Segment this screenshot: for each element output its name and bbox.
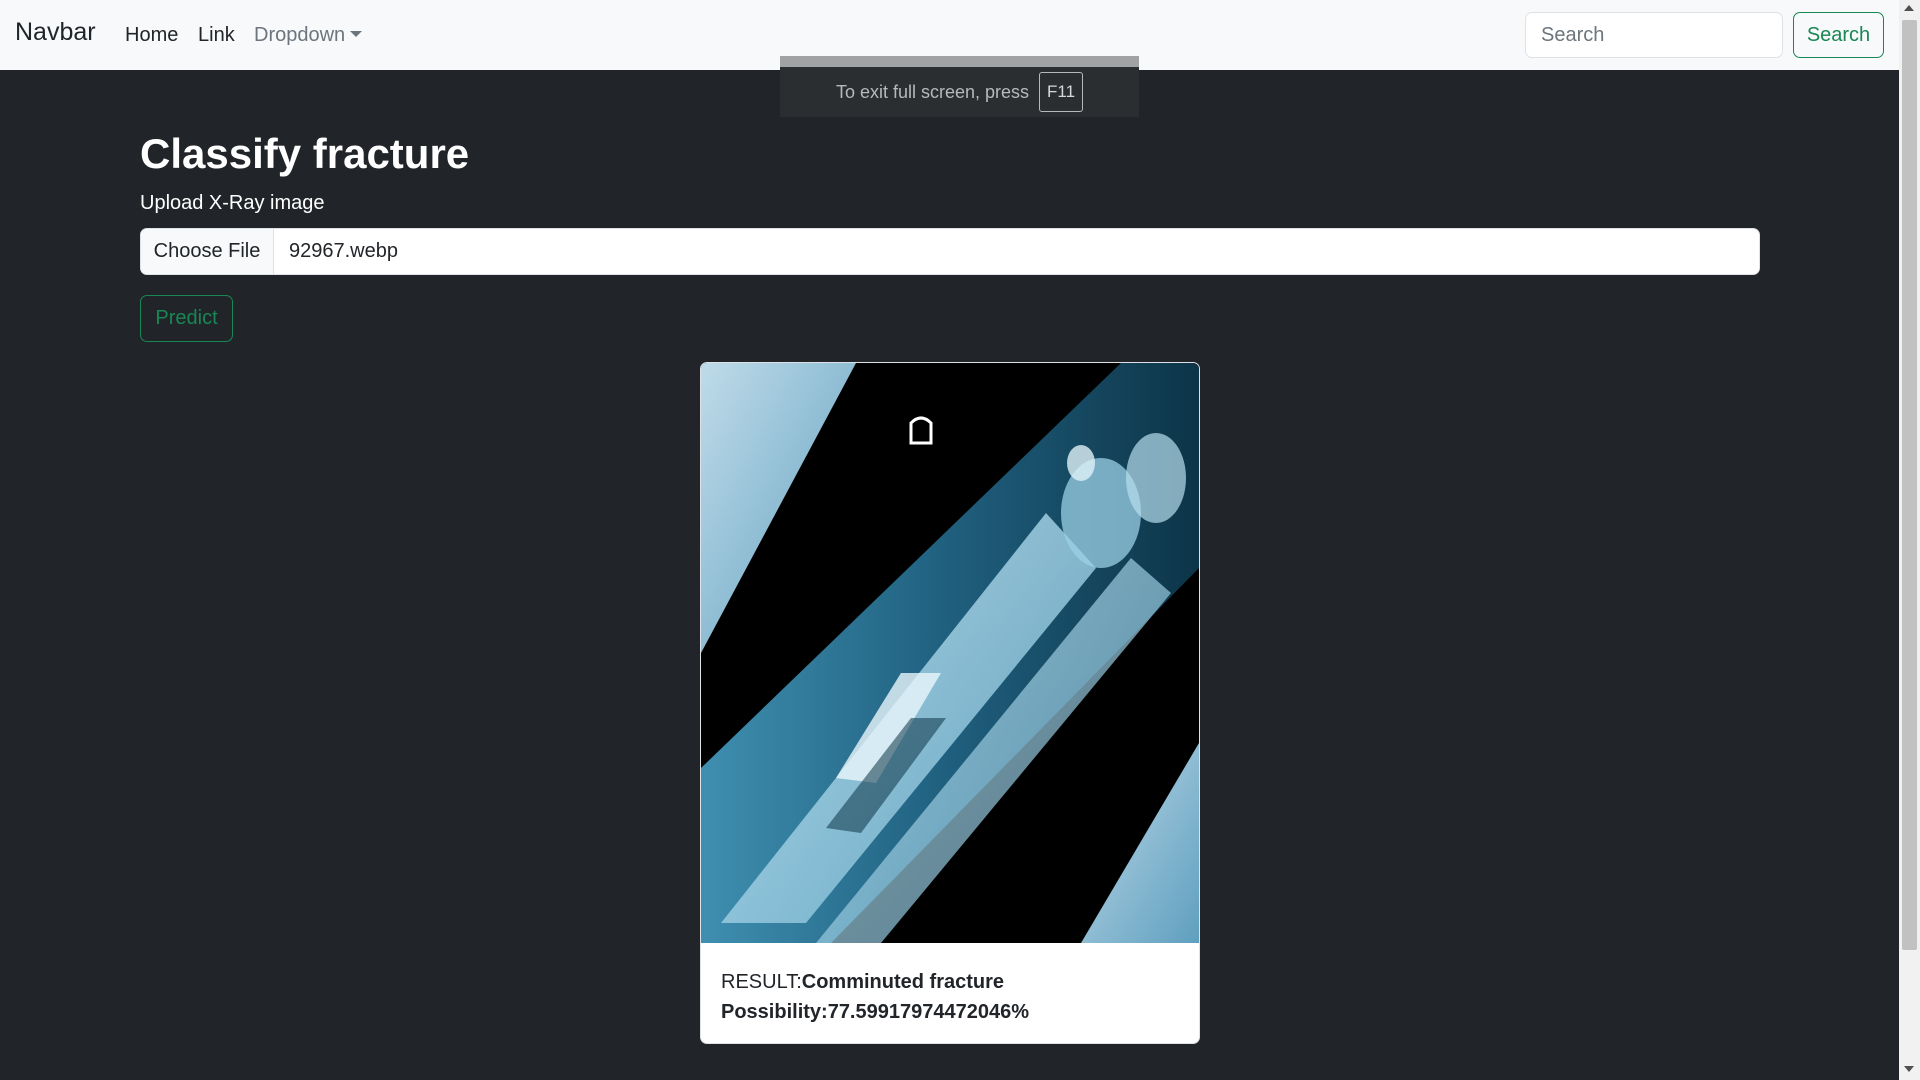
- result-body: RESULT:Comminuted fracture Possibility:7…: [701, 943, 1199, 1027]
- possibility-value: Possibility:77.59917974472046%: [721, 1001, 1029, 1023]
- navbar-brand[interactable]: Navbar: [15, 18, 96, 47]
- scrollbar[interactable]: [1899, 0, 1920, 1080]
- upload-label: Upload X-Ray image: [140, 192, 325, 214]
- search-input[interactable]: [1525, 12, 1783, 58]
- search-button[interactable]: Search: [1793, 12, 1884, 58]
- nav-link-link[interactable]: Link: [198, 24, 235, 47]
- predict-button[interactable]: Predict: [140, 295, 233, 342]
- xray-image: [701, 363, 1199, 943]
- nav-dropdown[interactable]: Dropdown: [254, 24, 363, 47]
- file-name: 92967.webp: [289, 240, 398, 262]
- choose-file-button[interactable]: Choose File: [141, 229, 274, 274]
- result-value: Comminuted fracture: [801, 971, 1005, 993]
- fullscreen-exit-notice: To exit full screen, press F11: [780, 56, 1139, 117]
- file-input[interactable]: Choose File 92967.webp: [140, 228, 1760, 275]
- scroll-thumb[interactable]: [1902, 20, 1917, 950]
- nav-dropdown-label: Dropdown: [254, 24, 346, 46]
- nav-link-home[interactable]: Home: [125, 24, 178, 47]
- fullscreen-notice-text: To exit full screen, press: [835, 81, 1030, 102]
- scroll-down-icon[interactable]: [1904, 1066, 1914, 1072]
- scroll-up-icon[interactable]: [1904, 5, 1914, 11]
- possibility-line: Possibility:77.59917974472046%: [721, 997, 1179, 1027]
- page-title: Classify fracture: [140, 130, 470, 177]
- dropdown-caret-icon: [350, 31, 363, 37]
- f11-key-hint: F11: [1039, 72, 1084, 112]
- result-card: RESULT:Comminuted fracture Possibility:7…: [700, 362, 1200, 1044]
- result-label: RESULT:: [721, 971, 802, 993]
- result-line: RESULT:Comminuted fracture: [721, 967, 1179, 997]
